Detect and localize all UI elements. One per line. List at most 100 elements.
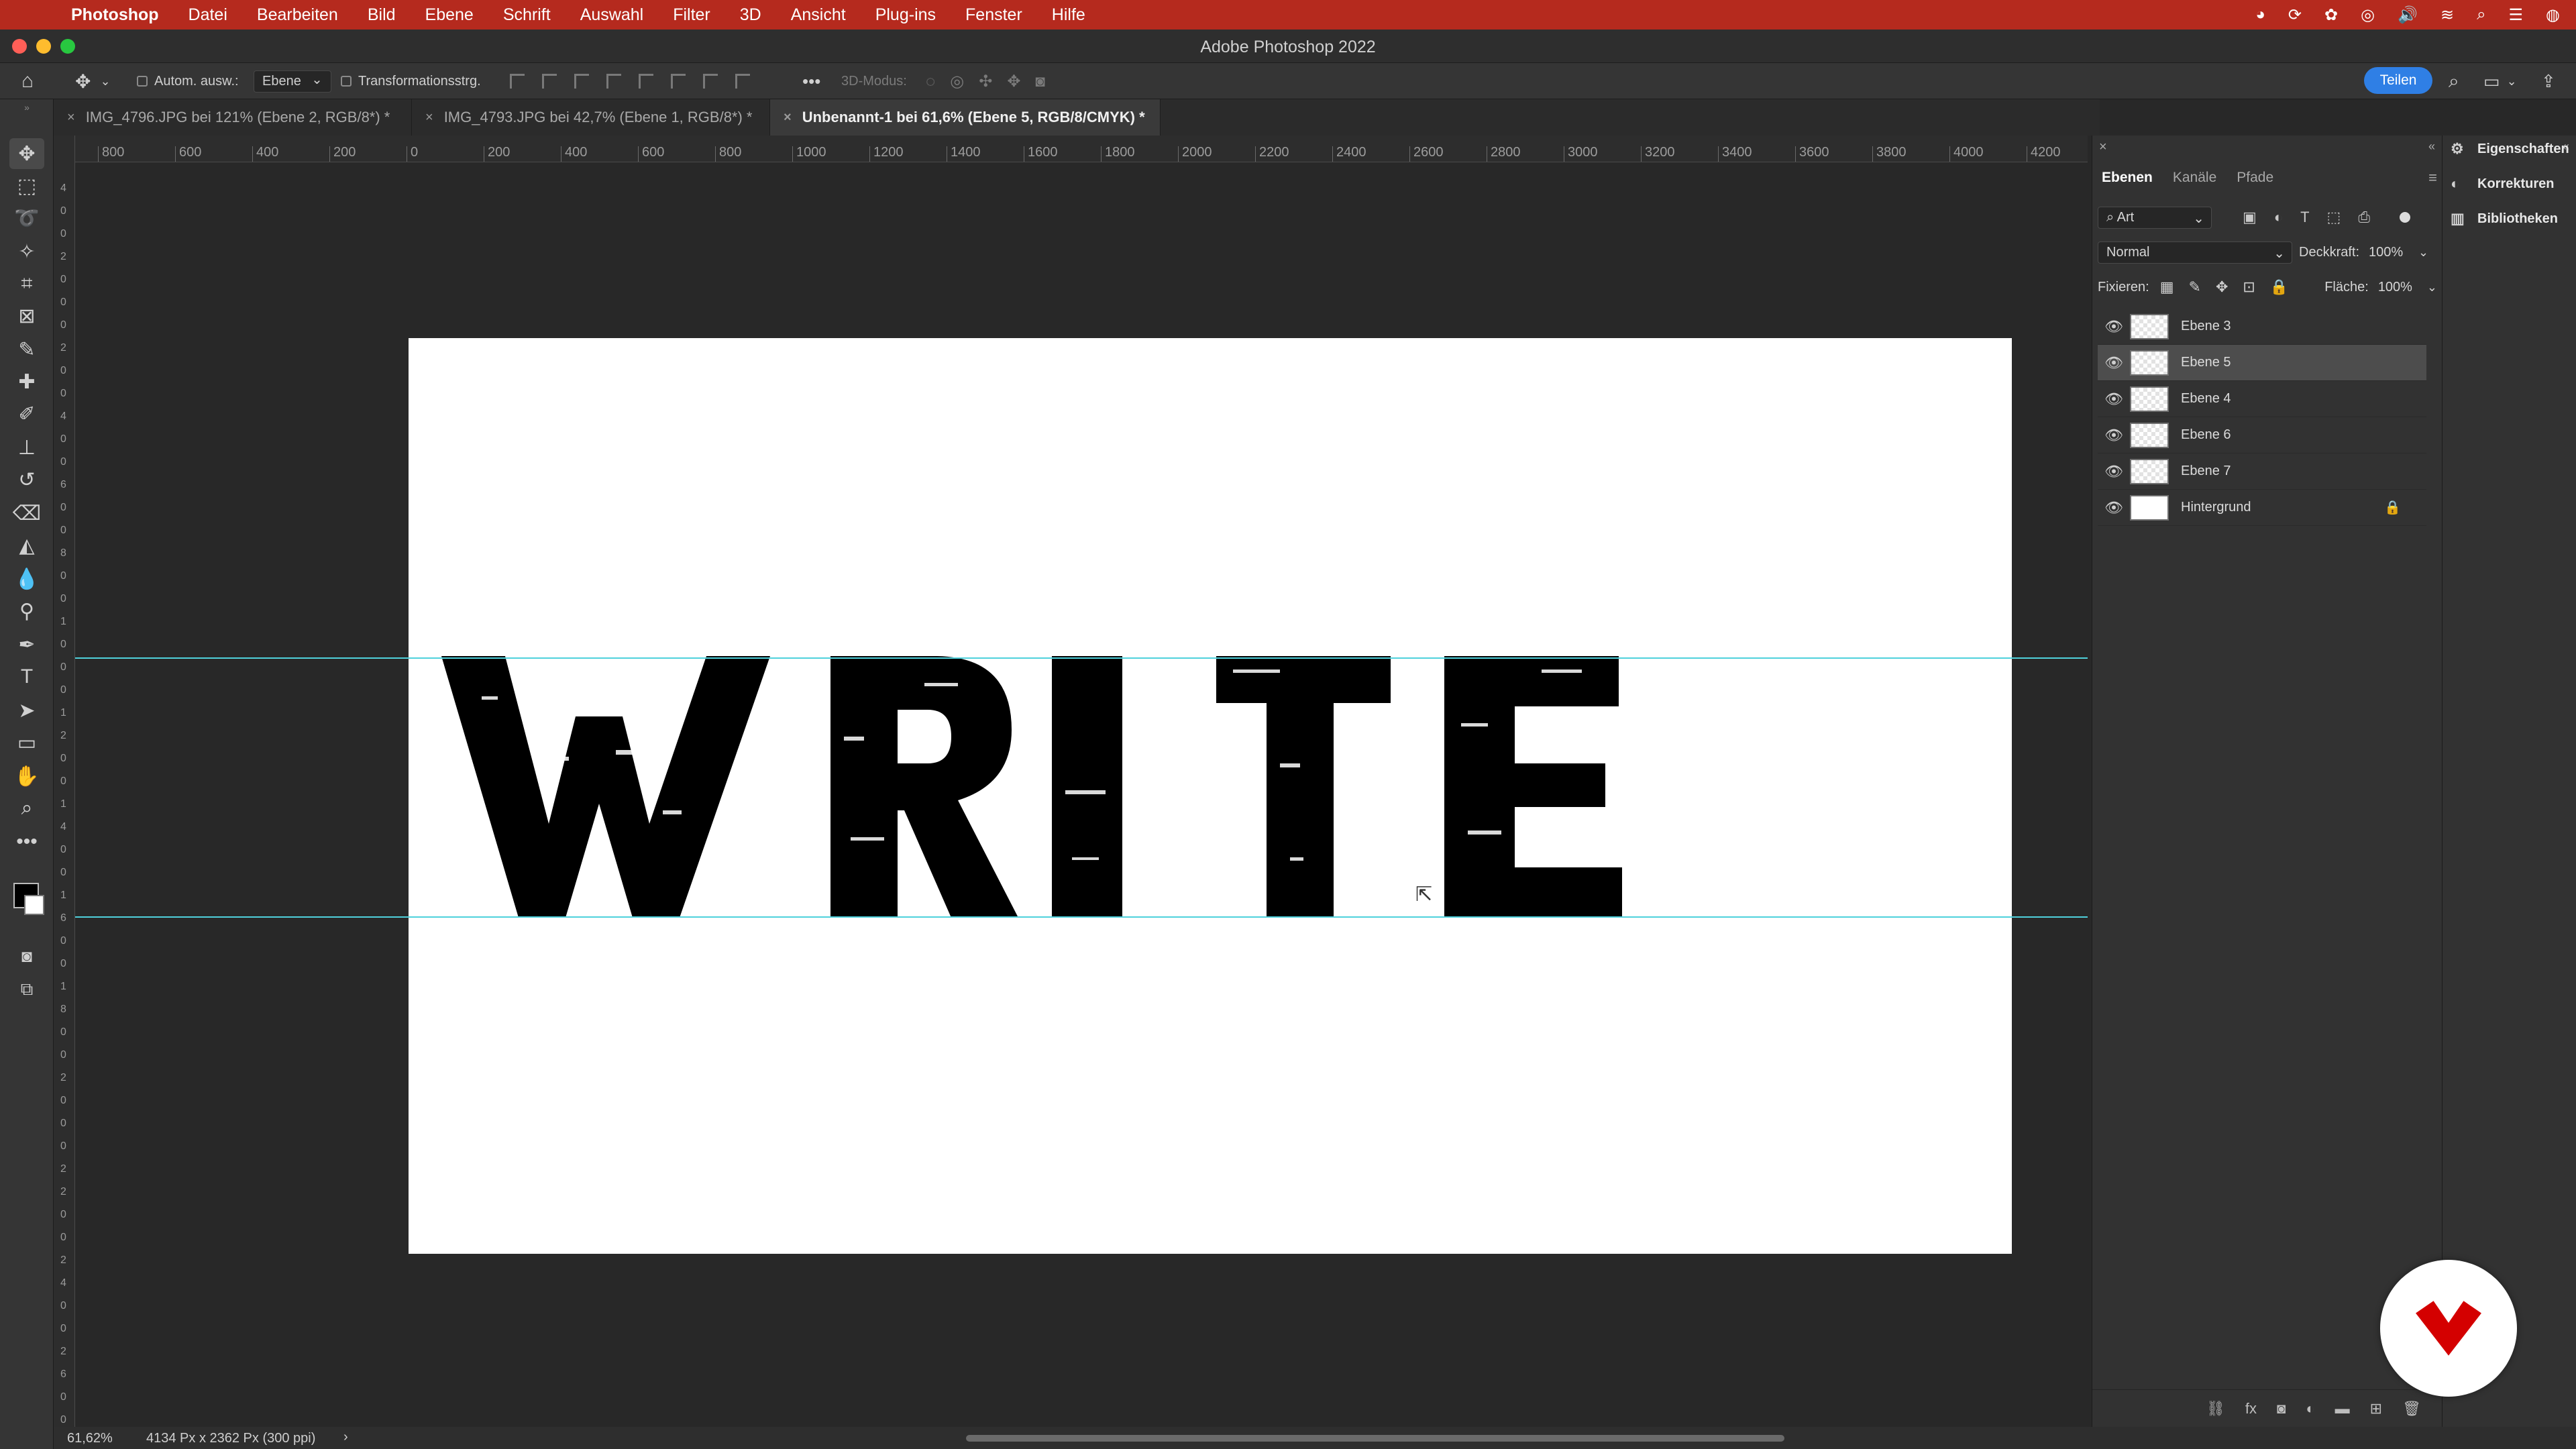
search-icon[interactable]: ⌕ [2449,63,2459,99]
rectangle-tool-icon[interactable]: ▭ [9,727,44,758]
creative-cloud-icon[interactable]: ◕ [2255,5,2265,24]
layer-lock-icon[interactable]: 🔒 [2384,499,2401,516]
menu-datei[interactable]: Datei [174,5,242,25]
notification-icon[interactable]: ✿ [2324,5,2338,25]
layer-style-icon[interactable]: fx [2245,1400,2257,1417]
marquee-tool-icon[interactable]: ⬚ [9,170,44,201]
filter-toggle[interactable] [2399,212,2410,223]
close-tab-icon[interactable]: × [67,110,75,125]
history-brush-icon[interactable]: ↺ [9,464,44,495]
collapse-toolbar-icon[interactable]: » [9,102,44,113]
fill-chevron-icon[interactable]: ⌄ [2427,280,2437,294]
tab-unbenannt-1[interactable]: × Unbenannt-1 bei 61,6% (Ebene 5, RGB/8/C… [770,99,1161,136]
filter-shape-icon[interactable]: ⬚ [2327,209,2341,226]
add-mask-icon[interactable]: ◙ [2277,1400,2286,1417]
blur-tool-icon[interactable]: 💧 [9,564,44,594]
pen-tool-icon[interactable]: ✒ [9,629,44,660]
align-middle-icon[interactable] [671,74,686,89]
visibility-eye-icon[interactable]: 👁 [2098,463,2130,480]
tab-kanaele[interactable]: Kanäle [2173,162,2216,193]
align-top-icon[interactable] [639,74,653,89]
canvas-area[interactable]: ⇱ [75,162,2088,1427]
visibility-eye-icon[interactable]: 👁 [2098,499,2130,517]
adjustments-panel-button[interactable]: ◐ Korrekturen [2451,170,2554,197]
auto-select-checkbox[interactable]: Autom. ausw.: [137,63,239,99]
move-tool-preset-icon[interactable]: ✥ ⌄ [75,63,111,99]
align-center-icon[interactable] [542,74,557,89]
quick-mask-icon[interactable]: ◙ [9,941,44,971]
menu-3d[interactable]: 3D [725,5,776,25]
home-icon[interactable]: ⌂ [21,63,34,99]
edit-toolbar-icon[interactable]: ••• [9,826,44,857]
lock-image-icon[interactable]: ✎ [2189,278,2201,296]
align-bottom-icon[interactable] [703,74,718,89]
fill-field[interactable]: 100% [2374,277,2427,298]
lock-all-icon[interactable]: 🔒 [2270,278,2288,296]
horizontal-ruler[interactable]: 800 600 400 200 0 200 400 600 800 1000 1200 1400 160… [75,136,2088,162]
move-tool-icon[interactable]: ✥ [9,138,44,169]
visibility-eye-icon[interactable]: 👁 [2098,354,2130,372]
dodge-tool-icon[interactable]: ⚲ [9,596,44,627]
visibility-eye-icon[interactable]: 👁 [2098,427,2130,444]
layer-row[interactable]: 👁 Ebene 6 [2098,417,2426,453]
opacity-chevron-icon[interactable]: ⌄ [2418,246,2428,260]
clone-stamp-icon[interactable]: ⊥ [9,432,44,463]
tab-pfade[interactable]: Pfade [2237,162,2273,193]
status-chevron-icon[interactable]: › [343,1430,348,1445]
transform-controls-checkbox[interactable]: Transformationsstrg. [341,63,481,99]
siri-icon[interactable]: ◍ [2546,5,2560,25]
layer-row[interactable]: 👁 Ebene 7 [2098,453,2426,490]
healing-brush-icon[interactable]: ✚ [9,366,44,397]
layer-row[interactable]: 👁 Ebene 4 [2098,381,2426,417]
filter-smart-object-icon[interactable]: ⎙ [2358,209,2370,226]
brush-tool-icon[interactable]: ✐ [9,398,44,429]
guide-line-bottom[interactable] [75,916,2088,918]
close-tab-icon[interactable]: × [425,110,433,125]
properties-panel-button[interactable]: ⚙ Eigenschaften [2451,136,2569,162]
horizontal-scrollbar[interactable] [966,1435,1784,1442]
visibility-eye-icon[interactable]: 👁 [2098,390,2130,408]
menu-ebene[interactable]: Ebene [411,5,488,25]
frame-tool-icon[interactable]: ⊠ [9,301,44,331]
sync-icon[interactable]: ⟳ [2288,5,2302,25]
magic-wand-icon[interactable]: ✧ [9,236,44,267]
filter-type-icon[interactable]: T [2300,209,2309,226]
align-left-icon[interactable] [510,74,525,89]
tab-img-4793[interactable]: × IMG_4793.JPG bei 42,7% (Ebene 1, RGB/8*… [412,99,770,136]
volume-icon[interactable]: 🔊 [2398,5,2418,25]
new-layer-icon[interactable]: ⊞ [2370,1400,2382,1417]
menu-bild[interactable]: Bild [353,5,411,25]
airdrop-icon[interactable]: ◎ [2361,5,2375,25]
crop-tool-icon[interactable]: ⌗ [9,268,44,299]
blend-mode-dropdown[interactable]: Normal ⌄ [2098,241,2292,264]
paint-bucket-icon[interactable]: ◭ [9,530,44,561]
lock-artboard-icon[interactable]: ⊡ [2243,278,2255,296]
filter-adjustment-icon[interactable]: ◐ [2274,209,2283,226]
menu-auswahl[interactable]: Auswahl [566,5,659,25]
lock-position-icon[interactable]: ✥ [2216,278,2228,296]
auto-select-dropdown[interactable]: Ebene [254,63,331,99]
background-color-swatch[interactable] [24,895,44,915]
close-tab-icon[interactable]: × [784,110,792,125]
workspace-icon[interactable]: ▭ ⌄ [2483,63,2517,99]
document-canvas[interactable] [409,338,2012,1254]
lasso-tool-icon[interactable]: ➰ [9,203,44,233]
opacity-field[interactable]: 100% [2365,242,2418,263]
distribute-vertical-icon[interactable] [735,74,750,89]
spotlight-search-icon[interactable]: ⌕ [2477,5,2485,24]
layer-row[interactable]: 👁 Hintergrund 🔒 [2098,490,2426,526]
close-panel-icon[interactable]: × [2099,140,2107,155]
menu-bearbeiten[interactable]: Bearbeiten [242,5,353,25]
distribute-icon[interactable] [606,74,621,89]
delete-layer-icon[interactable]: 🗑 [2402,1400,2421,1417]
guide-line-top[interactable] [75,657,2088,659]
link-layers-icon[interactable]: ⛓ [2206,1400,2225,1417]
type-tool-icon[interactable]: T [9,661,44,692]
share-export-icon[interactable]: ⇪ [2541,63,2556,99]
libraries-panel-button[interactable]: ▥ Bibliotheken [2451,205,2558,232]
layer-row-selected[interactable]: 👁 Ebene 5 [2098,345,2426,381]
document-size[interactable]: 4134 Px x 2362 Px (300 ppi) [146,1431,315,1446]
tab-img-4796[interactable]: × IMG_4796.JPG bei 121% (Ebene 2, RGB/8*)… [54,99,412,136]
share-button[interactable]: Teilen [2364,67,2432,94]
visibility-eye-icon[interactable]: 👁 [2098,318,2130,335]
